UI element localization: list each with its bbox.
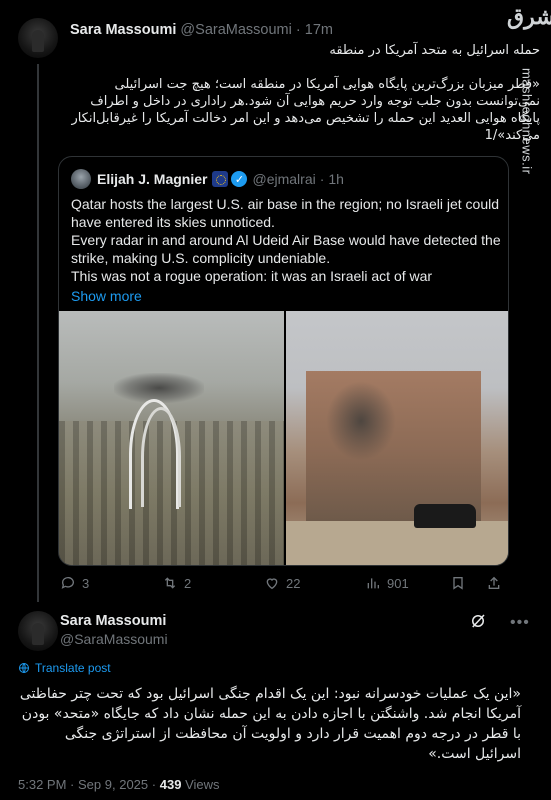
translate-post-link[interactable]: Translate post [18,661,111,675]
tweet-header: Sara Massoumi @SaraMassoumi · 17m [70,22,333,38]
tweet-text: حمله اسرائیل به متحد آمریکا در منطقه «قط… [70,42,540,144]
quote-time[interactable]: 1h [328,171,344,187]
author-name[interactable]: Sara Massoumi [60,613,166,629]
post-meta: 5:32 PM · Sep 9, 2025 · 439 Views [18,777,220,792]
share-button[interactable] [486,575,502,591]
views-button[interactable]: 901 [365,575,409,591]
quote-line: Qatar hosts the largest U.S. air base in… [71,196,500,212]
avatar[interactable] [18,611,58,651]
view-count: 901 [387,575,409,591]
separator-dot: · [70,777,75,792]
quoted-tweet[interactable]: Elijah J. Magnier ✓ @ejmalrai · 1h Qatar… [58,156,509,566]
tweet-paragraph: «قطر میزبان بزرگ‌ترین پایگاه هوایی آمریک… [71,77,540,143]
ground [286,521,508,565]
post-time[interactable]: 17m [305,22,333,38]
verified-badge-icon: ✓ [231,171,248,187]
heart-icon [266,578,278,590]
author-handle[interactable]: @SaraMassoumi [60,631,168,647]
smoke-plume [114,373,204,403]
car [414,504,476,528]
avatar[interactable] [18,18,58,58]
reply-button[interactable]: 3 [60,575,89,591]
photo-city-smoke[interactable] [59,311,284,565]
quote-line: strike, making U.S. complicity undeniabl… [71,250,331,266]
photo-damaged-building[interactable] [286,311,508,565]
like-button[interactable]: 22 [264,575,300,591]
grok-icon[interactable] [469,612,487,630]
bookmark-button[interactable] [450,575,466,591]
translate-label: Translate post [35,661,111,675]
quote-line: have entered its skies unnoticed. [71,214,275,230]
reply-count: 3 [82,575,90,591]
globe-icon [19,663,29,673]
share-icon [488,576,500,589]
media-gallery [59,311,508,565]
quote-text: Qatar hosts the largest U.S. air base in… [71,195,501,305]
damage-mark [326,381,396,461]
more-options-icon[interactable]: ••• [510,614,530,632]
watermark-logo: مشرق [507,4,551,30]
reply-icon [61,577,74,589]
repost-count: 2 [184,575,192,591]
separator-dot: · [319,171,325,187]
repost-icon [164,577,176,589]
quote-avatar[interactable] [71,169,91,189]
quote-line: Every radar in and around Al Udeid Air B… [71,232,501,248]
show-more-link[interactable]: Show more [71,287,501,305]
thread-line [37,64,39,602]
tweet-paragraph: حمله اسرائیل به متحد آمریکا در منطقه [329,43,540,58]
quote-line: This was not a rogue operation: it was a… [71,268,433,284]
tweet-text: «این یک عملیات خودسرانه نبود: این یک اقد… [19,686,521,762]
quote-author-name[interactable]: Elijah J. Magnier [97,171,207,187]
repost-button[interactable]: 2 [162,575,191,591]
bookmark-icon [453,577,463,590]
arch-structure [141,407,181,507]
views-label: Views [185,777,220,792]
separator-dot: · [151,777,157,792]
author-name[interactable]: Sara Massoumi [70,22,176,38]
eu-flag-badge-icon [212,171,229,187]
post-date[interactable]: Sep 9, 2025 [78,777,148,792]
quote-author-handle[interactable]: @ejmalrai [252,171,315,187]
separator-dot: · [295,22,301,38]
views-count: 439 [159,777,182,792]
author-handle[interactable]: @SaraMassoumi [180,22,291,38]
like-count: 22 [286,575,301,591]
bar-chart-icon [367,578,379,589]
quote-header: Elijah J. Magnier ✓ @ejmalrai · 1h [71,169,344,189]
post-time[interactable]: 5:32 PM [18,777,66,792]
action-bar: 3 2 22 901 [58,574,509,592]
